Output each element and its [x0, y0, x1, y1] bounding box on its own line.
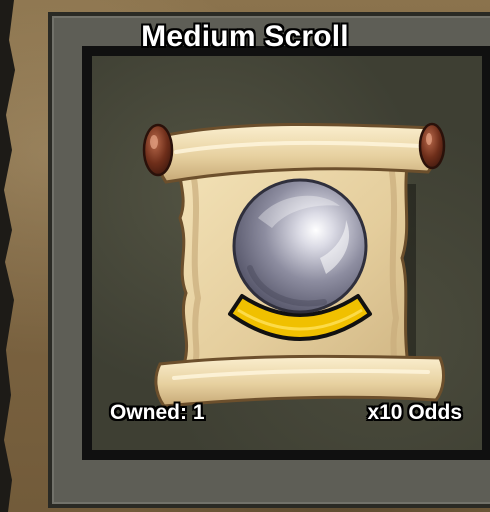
- odds-multiplier: x10 Odds: [367, 401, 462, 424]
- background-dark-edge: [0, 0, 15, 512]
- owned-count: Owned: 1: [110, 401, 205, 424]
- scroll-with-crystal-orb-icon: [142, 122, 446, 408]
- item-title: Medium Scroll: [141, 20, 349, 53]
